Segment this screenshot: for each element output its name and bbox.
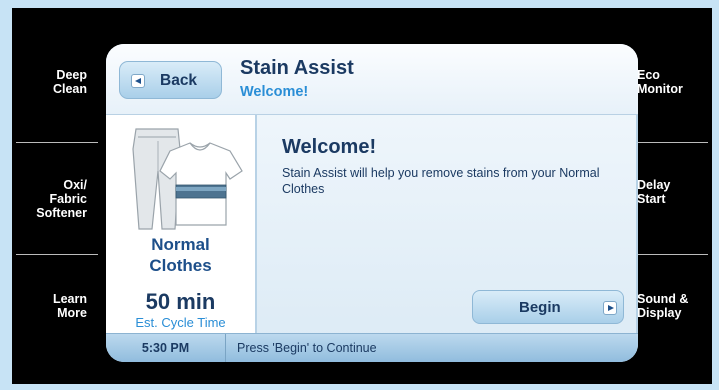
cycle-time-value: 50 min: [145, 289, 216, 314]
back-arrow-icon: [131, 74, 145, 88]
clothes-icon: [132, 128, 243, 230]
cycle-name-line2: Clothes: [149, 256, 212, 275]
cycle-panel: Normal Clothes 50 min Est. Cycle Time: [106, 115, 257, 333]
divider: [16, 142, 98, 143]
sound-display-button[interactable]: Sound & Display: [637, 292, 688, 320]
status-bar: 5:30 PM Press 'Begin' to Continue: [106, 333, 638, 362]
cycle-name-line1: Normal: [151, 235, 210, 254]
status-message: Press 'Begin' to Continue: [237, 341, 377, 355]
begin-button-label: Begin: [519, 299, 561, 316]
forward-arrow-icon: [603, 301, 617, 315]
divider: [16, 254, 98, 255]
back-button[interactable]: Back: [119, 61, 222, 99]
delay-start-button[interactable]: Delay Start: [637, 178, 670, 206]
learn-more-button[interactable]: Learn More: [53, 292, 87, 320]
cycle-time-label: Est. Cycle Time: [135, 315, 226, 330]
page-title: Stain Assist: [240, 57, 354, 79]
page-subtitle: Welcome!: [240, 84, 309, 100]
eco-monitor-label: Eco Monitor: [637, 68, 683, 96]
display-screen: Back Stain Assist Welcome! Normal Clothe…: [106, 44, 638, 362]
learn-more-label: Learn More: [52, 292, 87, 320]
deep-clean-button[interactable]: Deep Clean: [53, 68, 87, 96]
control-panel-bezel: Deep Clean Oxi/ Fabric Softener Learn Mo…: [12, 8, 712, 384]
oxi-fabric-softener-label: Oxi/ Fabric Softener: [36, 178, 87, 220]
eco-monitor-button[interactable]: Eco Monitor: [637, 68, 683, 96]
welcome-heading: Welcome!: [282, 136, 377, 158]
clock: 5:30 PM: [106, 334, 226, 362]
screen-header: Back Stain Assist Welcome!: [106, 44, 638, 115]
begin-button[interactable]: Begin: [472, 290, 624, 324]
sound-display-label: Sound & Display: [637, 292, 689, 320]
welcome-text: Stain Assist will help you remove stains…: [282, 166, 600, 196]
back-button-label: Back: [160, 72, 198, 89]
divider: [634, 142, 708, 143]
divider: [634, 254, 708, 255]
delay-start-label: Delay Start: [637, 178, 671, 206]
oxi-fabric-softener-button[interactable]: Oxi/ Fabric Softener: [36, 178, 87, 220]
deep-clean-label: Deep Clean: [52, 68, 87, 96]
